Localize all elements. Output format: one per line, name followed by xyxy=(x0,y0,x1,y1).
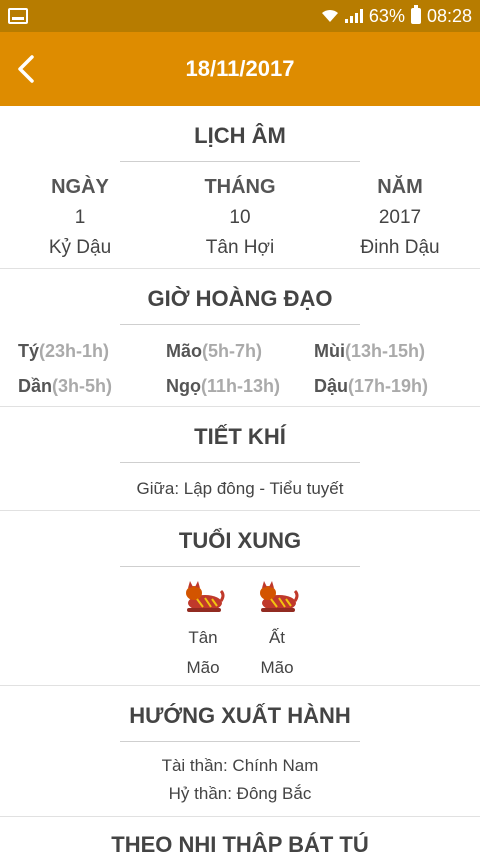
section-title: LỊCH ÂM xyxy=(194,123,286,148)
lunar-day: NGÀY 1 Kỷ Dậu xyxy=(0,176,160,259)
section-title: GIỜ HOÀNG ĐẠO xyxy=(147,286,333,311)
hour-item: Mão(5h-7h) xyxy=(166,341,314,362)
wifi-icon xyxy=(321,9,338,22)
solar-term-section: TIẾT KHÍ Giữa: Lập đông - Tiểu tuyết xyxy=(0,407,480,511)
auspicious-hours-section: GIỜ HOÀNG ĐẠO Tý(23h-1h) Mão(5h-7h) Mùi(… xyxy=(0,269,480,407)
conflicting-age-item: Tân Mão xyxy=(181,579,225,683)
lunar-year: NĂM 2017 Đinh Dậu xyxy=(320,176,480,259)
lunar-month-value: 10 xyxy=(229,207,251,228)
title-divider xyxy=(120,161,360,162)
lunar-calendar-section: LỊCH ÂM NGÀY 1 Kỷ Dậu THÁNG 10 Tân Hợi N… xyxy=(0,106,480,269)
age-line-1: Tân xyxy=(188,628,218,647)
lunar-year-value: 2017 xyxy=(378,207,422,228)
age-line-2: Mão xyxy=(260,658,294,677)
hour-name: Mão xyxy=(166,341,202,361)
age-line-1: Ất xyxy=(268,628,286,647)
hour-range: (13h-15h) xyxy=(345,341,426,361)
solar-term-text: Giữa: Lập đông - Tiểu tuyết xyxy=(136,479,344,498)
section-title: TIẾT KHÍ xyxy=(194,424,286,449)
hour-item: Ngọ(11h-13h) xyxy=(166,376,314,397)
lunar-year-header: NĂM xyxy=(377,176,423,198)
hour-name: Dần xyxy=(18,376,53,396)
hour-name: Ngọ xyxy=(166,376,201,396)
hour-name: Tý xyxy=(18,341,40,361)
lunar-mansion-section: THEO NHỊ THẬP BÁT TÚ xyxy=(0,817,480,853)
conflicting-age-item: Ất Mão xyxy=(255,579,299,683)
lunar-day-can-chi: Kỷ Dậu xyxy=(48,237,112,258)
hour-item: Dần(3h-5h) xyxy=(18,376,166,397)
joy-god-direction: Hỷ thần: Đông Bắc xyxy=(168,784,312,803)
section-title: THEO NHỊ THẬP BÁT TÚ xyxy=(111,832,369,853)
screenshot-notification-icon xyxy=(8,8,28,24)
status-bar: 63% 08:28 xyxy=(0,0,480,32)
app-bar: 18/11/2017 xyxy=(0,32,480,106)
lunar-day-value: 1 xyxy=(74,207,86,228)
hour-range: (17h-19h) xyxy=(348,376,429,396)
conflicting-age-section: TUỔI XUNG Tân Mão Ất Mão xyxy=(0,511,480,686)
lunar-year-can-chi: Đinh Dậu xyxy=(360,237,440,258)
title-divider xyxy=(120,741,360,742)
battery-icon xyxy=(410,5,421,24)
lunar-day-header: NGÀY xyxy=(51,176,109,198)
title-divider xyxy=(120,324,360,325)
lunar-month: THÁNG 10 Tân Hợi xyxy=(160,176,320,259)
title-divider xyxy=(120,462,360,463)
hour-range: (5h-7h) xyxy=(202,341,262,361)
hour-item: Mùi(13h-15h) xyxy=(314,341,462,362)
battery-percent: 63% xyxy=(368,5,405,26)
section-title: TUỔI XUNG xyxy=(178,528,302,553)
cat-icon xyxy=(260,581,299,612)
hour-item: Tý(23h-1h) xyxy=(18,341,166,362)
lunar-month-header: THÁNG xyxy=(204,176,276,198)
wealth-god-direction: Tài thần: Chính Nam xyxy=(161,756,319,775)
hour-name: Mùi xyxy=(314,341,345,361)
page-title: 18/11/2017 xyxy=(185,56,295,81)
hour-item: Dậu(17h-19h) xyxy=(314,376,462,397)
title-divider xyxy=(120,566,360,567)
chevron-left-icon[interactable] xyxy=(12,54,42,84)
travel-direction-section: HƯỚNG XUẤT HÀNH Tài thần: Chính Nam Hỷ t… xyxy=(0,686,480,817)
clock: 08:28 xyxy=(426,5,472,26)
age-line-2: Mão xyxy=(186,658,220,677)
signal-icon xyxy=(344,9,363,23)
lunar-month-can-chi: Tân Hợi xyxy=(205,237,275,258)
cat-icon xyxy=(186,581,225,612)
hour-range: (23h-1h) xyxy=(39,341,110,361)
hour-range: (11h-13h) xyxy=(201,376,281,396)
hour-name: Dậu xyxy=(314,376,349,396)
hour-range: (3h-5h) xyxy=(52,376,113,396)
section-title: HƯỚNG XUẤT HÀNH xyxy=(129,703,351,728)
